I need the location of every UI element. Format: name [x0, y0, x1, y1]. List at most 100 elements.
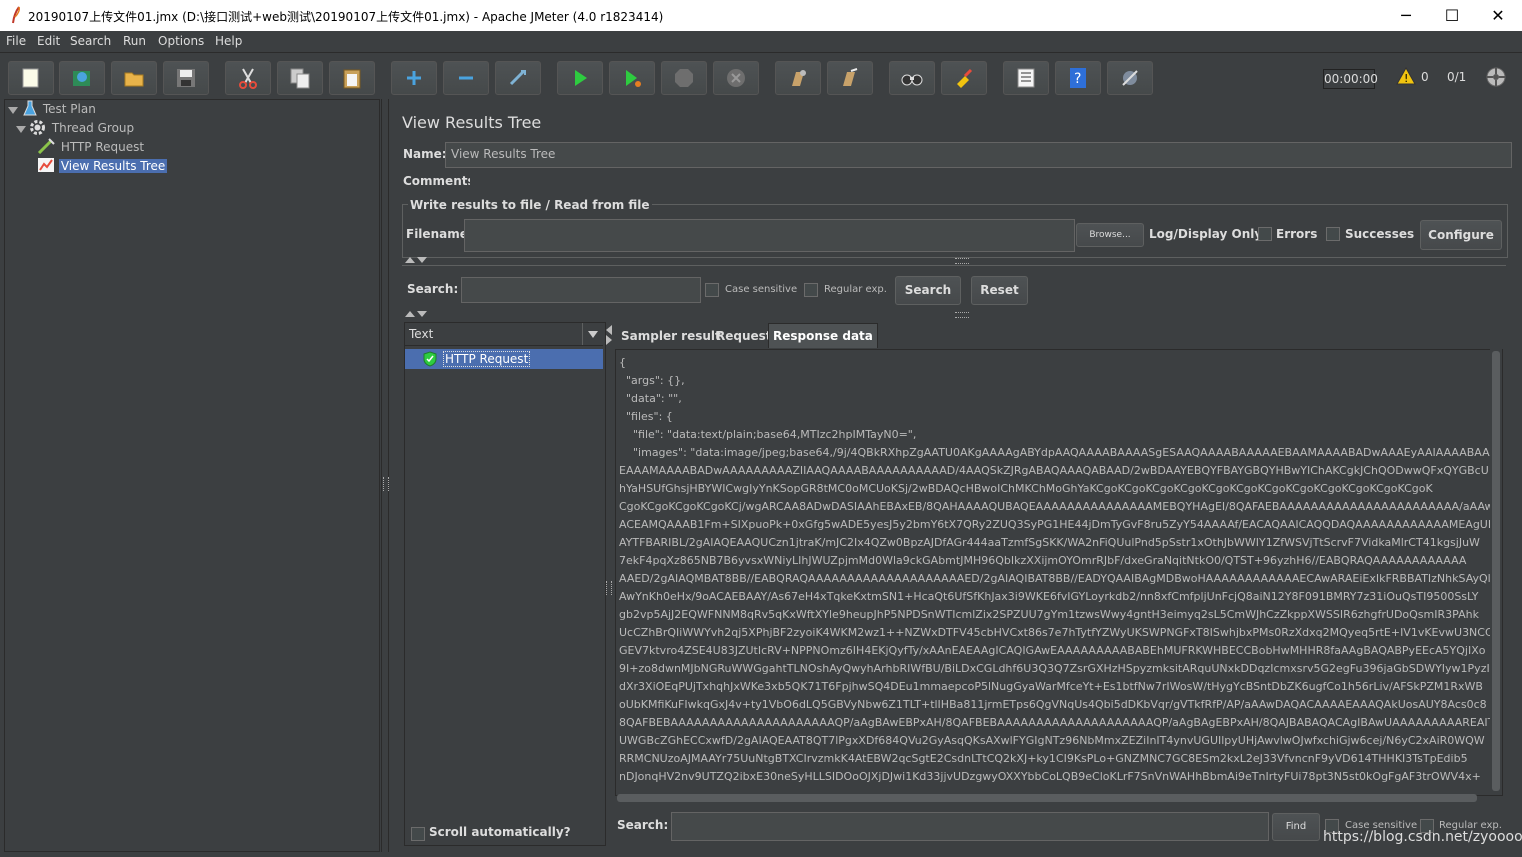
pipette-icon [37, 138, 55, 155]
regular-exp-checkbox[interactable] [804, 283, 818, 297]
result-item[interactable]: HTTP Request [405, 349, 603, 369]
response-line: "data": "", [619, 392, 682, 405]
save-button[interactable] [163, 61, 209, 95]
warning-icon[interactable]: ! [1396, 67, 1416, 85]
tree-item-thread-group[interactable]: Thread Group [29, 119, 136, 137]
response-line: nDJonqHV2nv9UTZQ2ibxE30neSyHLLSIDOoOJXjD… [619, 770, 1481, 783]
horizontal-scrollbar[interactable] [615, 793, 1487, 803]
splitter-grip-icon[interactable] [955, 312, 969, 318]
case-sensitive-checkbox[interactable] [705, 283, 719, 297]
response-line: RRMCNUzoAJMAAYr75UuNtgBTXCIrvzmkK4AtEBW2… [619, 752, 1468, 765]
response-line: ACEAMQAAAB1Fm+SIXpuoPk+0xGfg5wADE5yesJ5y… [619, 518, 1491, 531]
start-no-pauses-button[interactable] [609, 61, 655, 95]
open-button[interactable] [111, 61, 157, 95]
splitter-grip-icon[interactable] [955, 258, 969, 264]
name-field[interactable]: View Results Tree [445, 142, 1512, 168]
find-button[interactable]: Find [1272, 813, 1320, 841]
reset-search-icon [957, 68, 973, 88]
splitter-grip-icon[interactable] [606, 581, 612, 595]
menu-help[interactable]: Help [215, 34, 242, 48]
renderer-select-value: Text [409, 327, 434, 341]
expand-arrow-icon[interactable] [8, 107, 18, 114]
panel-title: View Results Tree [402, 113, 542, 132]
collapse-arrows-icon[interactable] [405, 310, 429, 318]
scroll-automatically-label: Scroll automatically? [429, 825, 571, 839]
tree-item-view-results-tree[interactable]: View Results Tree [37, 157, 168, 175]
response-search-input[interactable] [671, 812, 1269, 841]
expand-all-button[interactable] [391, 61, 437, 95]
maximize-button[interactable]: ☐ [1429, 0, 1475, 31]
collapse-icon [459, 76, 473, 80]
tab-response-data[interactable]: Response data [768, 323, 878, 348]
expand-icon [407, 71, 421, 85]
tree-item-http-request[interactable]: HTTP Request [37, 138, 146, 156]
comments-field[interactable] [470, 170, 1512, 192]
close-button[interactable]: ✕ [1475, 0, 1521, 31]
new-button[interactable] [8, 61, 54, 95]
vertical-scrollbar[interactable] [1490, 349, 1502, 794]
response-line: gb2vp5AjJ2EQWFNNM8qRv5qKxWftXYle9heupJhP… [619, 608, 1479, 621]
renderer-select[interactable]: Text [405, 323, 603, 346]
menu-edit[interactable]: Edit [37, 34, 60, 48]
chart-listener-icon [38, 158, 54, 172]
paste-button[interactable] [329, 61, 375, 95]
minimize-button[interactable]: ─ [1383, 0, 1429, 31]
expand-arrow-icon[interactable] [16, 126, 26, 133]
function-helper-button[interactable] [1003, 61, 1049, 95]
help-button[interactable]: ? [1055, 61, 1101, 95]
cut-button[interactable] [225, 61, 271, 95]
collapse-left-icon[interactable] [606, 325, 613, 345]
clear-all-button[interactable] [827, 61, 873, 95]
response-line: 9I+zo8dwnMJbNGRuWWGgahtTLNOshAyQwyhArhbR… [619, 662, 1490, 675]
menu-options[interactable]: Options [158, 34, 204, 48]
active-threads: 0/1 [1447, 70, 1467, 84]
response-line: UWGBcZGhECCxwfD/2gAIAQEAAT8QT7lPgxXDf684… [619, 734, 1485, 747]
menu-search[interactable]: Search [70, 34, 111, 48]
response-line: EAAAMAAAABADwAAAAAAAAAZIIAAQAAAABAAAAAAA… [619, 464, 1489, 477]
filename-input[interactable] [464, 219, 1075, 252]
tab-request[interactable]: Request [712, 324, 776, 348]
name-label: Name: [403, 147, 447, 161]
write-results-title: Write results to file / Read from file [408, 198, 652, 212]
configure-button[interactable]: Configure [1420, 220, 1502, 250]
menu-file[interactable]: File [6, 34, 26, 48]
start-no-pause-icon [626, 70, 641, 87]
clear-button[interactable] [775, 61, 821, 95]
collapse-all-button[interactable] [443, 61, 489, 95]
scroll-automatically-checkbox[interactable] [411, 827, 425, 841]
tree-item-test-plan[interactable]: Test Plan [23, 100, 98, 118]
success-shield-icon [423, 351, 437, 367]
successes-checkbox[interactable] [1326, 227, 1340, 241]
copy-button[interactable] [277, 61, 323, 95]
start-button[interactable] [557, 61, 603, 95]
search-input[interactable] [461, 277, 701, 303]
toolbar: ? 00:00:00 ! 0 0/1 [0, 54, 1522, 100]
response-line: oUbKMfiKuFIwkqGxJ4v+ty1VbO6dLQ5GBVyNbw6Z… [619, 698, 1487, 711]
remote-button[interactable] [1107, 61, 1153, 95]
search-button[interactable]: Search [895, 276, 961, 305]
collapse-arrows-icon[interactable] [405, 256, 429, 264]
search-button[interactable] [889, 61, 935, 95]
browse-button[interactable]: Browse... [1076, 223, 1144, 247]
stop-button[interactable] [661, 61, 707, 95]
warning-count: 0 [1421, 70, 1429, 84]
menu-bar: File Edit Search Run Options Help [0, 31, 1522, 53]
panel-splitter[interactable] [381, 99, 389, 852]
results-list-panel: Text HTTP Request Scroll automatically? [404, 322, 606, 846]
shutdown-button[interactable] [713, 61, 759, 95]
cut-icon [239, 68, 257, 89]
test-plan-tree: Test Plan Thread Group HTTP Request View… [4, 99, 380, 852]
response-line: 8QAFBEBAAAAAAAAAAAAAAAAAAAAAQP/aAgBAwEBP… [619, 716, 1491, 729]
reset-search-button[interactable] [941, 61, 987, 95]
response-data-area[interactable]: { "args": {}, "data": "", "files": { "fi… [615, 349, 1503, 796]
response-line: dXr3XiOEqPUjTxhqhJxWKe3xb5QK71T6FpjhwSQ4… [619, 680, 1483, 693]
view-results-tree-panel: View Results Tree Name: View Results Tre… [390, 99, 1522, 857]
gear-icon [30, 120, 45, 135]
reset-button[interactable]: Reset [971, 276, 1028, 305]
templates-button[interactable] [59, 61, 105, 95]
function-helper-icon [1017, 68, 1035, 88]
toggle-button[interactable] [495, 61, 541, 95]
tab-sampler-result[interactable]: Sampler result [617, 324, 725, 348]
errors-checkbox[interactable] [1258, 227, 1272, 241]
menu-run[interactable]: Run [123, 34, 146, 48]
